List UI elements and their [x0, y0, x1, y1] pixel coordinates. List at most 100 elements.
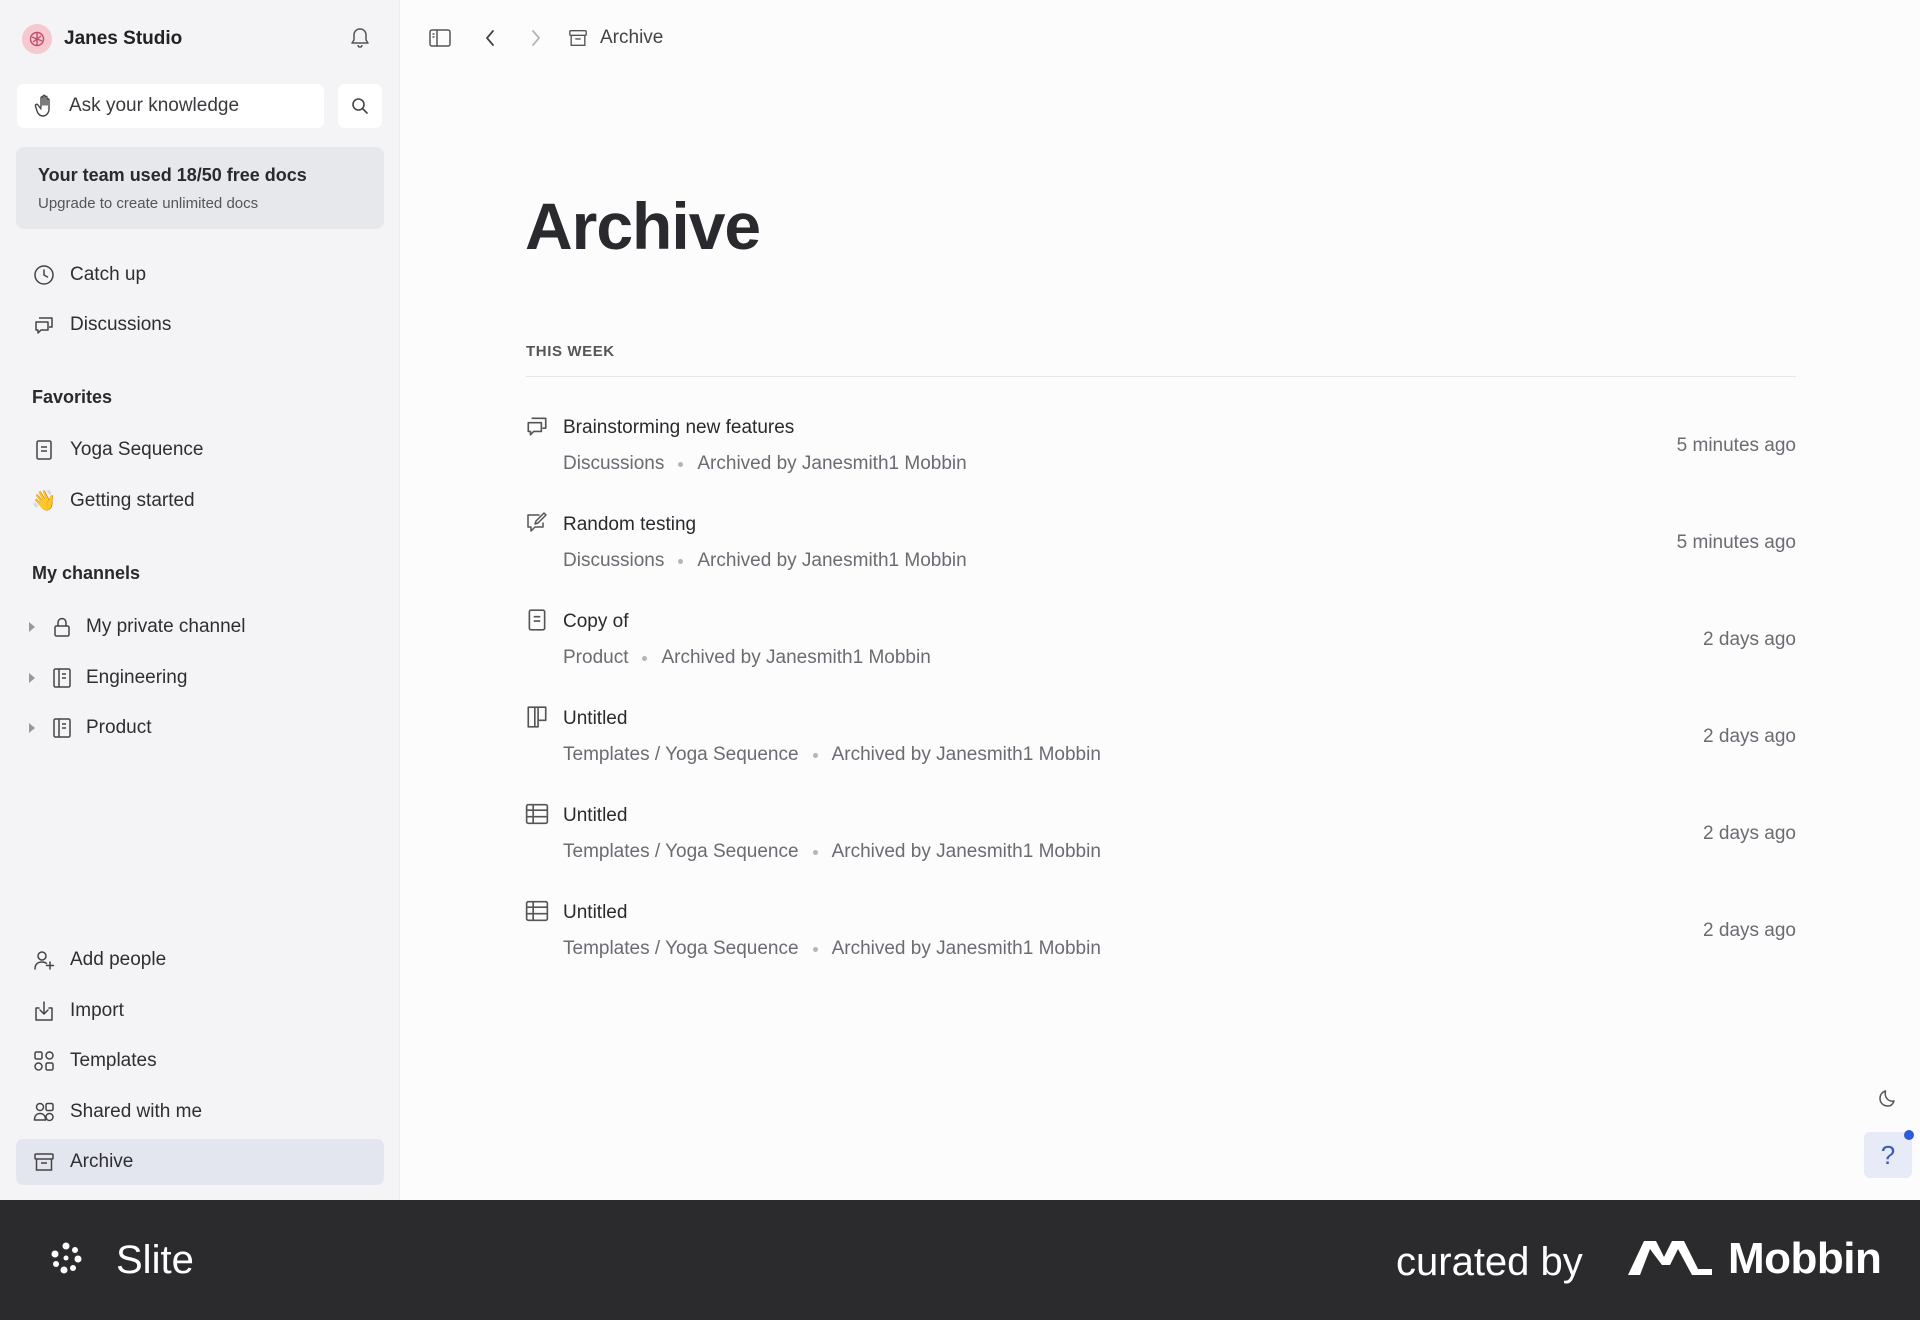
- edit-bubble-icon: [524, 510, 550, 536]
- row-time: 2 days ago: [1703, 629, 1796, 650]
- nav-shared-with-me[interactable]: Shared with me: [16, 1089, 384, 1135]
- bell-icon: [351, 28, 369, 48]
- row-title: Copy of: [563, 611, 629, 632]
- channel-my-private-channel[interactable]: My private channel: [28, 604, 245, 650]
- row-location: Templates / Yoga Sequence: [563, 841, 799, 862]
- table-icon: [524, 801, 550, 827]
- document-icon: [32, 438, 56, 462]
- help-icon: ?: [1880, 1139, 1896, 1170]
- nav-label: Archive: [70, 1151, 134, 1172]
- workspace-logo-icon: [22, 24, 52, 54]
- footer-banner: Slite curated by Mobbin: [0, 1200, 1920, 1320]
- notifications-button[interactable]: [346, 24, 374, 52]
- workspace-switcher[interactable]: Janes Studio: [22, 22, 182, 56]
- forward-button[interactable]: [518, 22, 554, 54]
- archive-row[interactable]: Untitled Templates / Yoga Sequence Archi…: [522, 890, 1798, 972]
- row-meta: Discussions Archived by Janesmith1 Mobbi…: [563, 550, 967, 572]
- archive-row[interactable]: Random testing Discussions Archived by J…: [522, 502, 1798, 584]
- board-icon: [524, 704, 550, 730]
- nav-import[interactable]: Import: [16, 988, 384, 1034]
- row-time: 5 minutes ago: [1676, 435, 1796, 456]
- nav-discussions[interactable]: Discussions: [16, 302, 384, 348]
- upgrade-subtitle: Upgrade to create unlimited docs: [38, 195, 259, 212]
- row-time: 5 minutes ago: [1676, 532, 1796, 553]
- row-title: Brainstorming new features: [563, 417, 795, 438]
- separator-dot: [812, 752, 818, 758]
- nav-label: Yoga Sequence: [70, 439, 204, 460]
- row-location: Templates / Yoga Sequence: [563, 744, 799, 765]
- row-title: Untitled: [563, 805, 628, 826]
- channel-label: My private channel: [86, 616, 246, 637]
- channel-label: Product: [86, 717, 152, 738]
- caret-right-icon[interactable]: [28, 673, 38, 683]
- archive-row[interactable]: Brainstorming new features Discussions A…: [522, 405, 1798, 487]
- lock-icon: [50, 615, 74, 639]
- channels-heading: My channels: [32, 563, 141, 583]
- ask-knowledge-box[interactable]: [17, 84, 324, 128]
- channel-icon: [50, 716, 74, 740]
- dark-mode-toggle[interactable]: [1872, 1082, 1904, 1114]
- moon-icon: [1879, 1090, 1895, 1107]
- mobbin-brand: Mobbin: [1626, 1234, 1882, 1284]
- breadcrumb[interactable]: Archive: [566, 22, 663, 54]
- row-title: Untitled: [563, 902, 628, 923]
- row-meta: Templates / Yoga Sequence Archived by Ja…: [563, 841, 1101, 863]
- favorite-getting-started[interactable]: 👋 Getting started: [16, 478, 384, 524]
- row-archived-by: Archived by Janesmith1 Mobbin: [697, 453, 967, 474]
- back-button[interactable]: [472, 22, 508, 54]
- add-person-icon: [32, 948, 56, 972]
- ask-knowledge-input[interactable]: [69, 95, 299, 117]
- group-heading: THIS WEEK: [526, 343, 615, 360]
- sidebar: Janes Studio Your team used 18/50 free d…: [0, 0, 400, 1200]
- import-icon: [32, 999, 56, 1023]
- row-location: Discussions: [563, 453, 665, 474]
- nav-catch-up[interactable]: Catch up: [16, 252, 384, 298]
- chevron-right-icon: [532, 30, 540, 46]
- row-archived-by: Archived by Janesmith1 Mobbin: [831, 938, 1101, 959]
- page-title: Archive: [525, 189, 761, 263]
- favorites-heading: Favorites: [32, 387, 113, 407]
- search-button[interactable]: [338, 84, 382, 128]
- row-archived-by: Archived by Janesmith1 Mobbin: [697, 550, 967, 571]
- hand-icon: [33, 94, 57, 118]
- row-meta: Product Archived by Janesmith1 Mobbin: [563, 647, 931, 669]
- row-meta: Discussions Archived by Janesmith1 Mobbi…: [563, 453, 967, 475]
- separator-dot: [678, 558, 684, 564]
- channel-label: Engineering: [86, 667, 188, 688]
- row-archived-by: Archived by Janesmith1 Mobbin: [661, 647, 931, 668]
- upgrade-banner[interactable]: Your team used 18/50 free docs Upgrade t…: [16, 147, 384, 229]
- toggle-sidebar-button[interactable]: [422, 22, 458, 54]
- mobbin-wordmark: Mobbin: [1728, 1234, 1882, 1283]
- channel-engineering[interactable]: Engineering: [28, 655, 187, 701]
- archive-row[interactable]: Untitled Templates / Yoga Sequence Archi…: [522, 696, 1798, 778]
- nav-archive[interactable]: Archive: [16, 1139, 384, 1185]
- row-meta: Templates / Yoga Sequence Archived by Ja…: [563, 744, 1101, 766]
- nav-templates[interactable]: Templates: [16, 1038, 384, 1084]
- help-button[interactable]: ?: [1864, 1130, 1914, 1178]
- breadcrumb-label: Archive: [600, 27, 664, 48]
- channel-product[interactable]: Product: [28, 705, 151, 751]
- slite-brand: Slite: [46, 1238, 194, 1283]
- nav-label: Catch up: [70, 264, 147, 285]
- upgrade-title: Your team used 18/50 free docs: [38, 165, 307, 185]
- nav-label: Shared with me: [70, 1101, 203, 1122]
- search-icon: [352, 98, 368, 114]
- nav-label: Import: [70, 1000, 124, 1021]
- chat-bubbles-icon: [32, 313, 56, 337]
- channel-icon: [50, 666, 74, 690]
- archive-icon: [32, 1150, 56, 1174]
- caret-right-icon[interactable]: [28, 723, 38, 733]
- nav-label: Getting started: [70, 490, 195, 511]
- nav-label: Discussions: [70, 314, 172, 335]
- favorite-yoga-sequence[interactable]: Yoga Sequence: [16, 427, 384, 473]
- table-icon: [524, 898, 550, 924]
- nav-label: Templates: [70, 1050, 157, 1071]
- nav-add-people[interactable]: Add people: [16, 937, 384, 983]
- caret-right-icon[interactable]: [28, 622, 38, 632]
- archive-row[interactable]: Copy of Product Archived by Janesmith1 M…: [522, 599, 1798, 681]
- archive-row[interactable]: Untitled Templates / Yoga Sequence Archi…: [522, 793, 1798, 875]
- row-time: 2 days ago: [1703, 920, 1796, 941]
- separator-dot: [642, 655, 648, 661]
- row-location: Product: [563, 647, 629, 668]
- archive-icon: [566, 26, 590, 50]
